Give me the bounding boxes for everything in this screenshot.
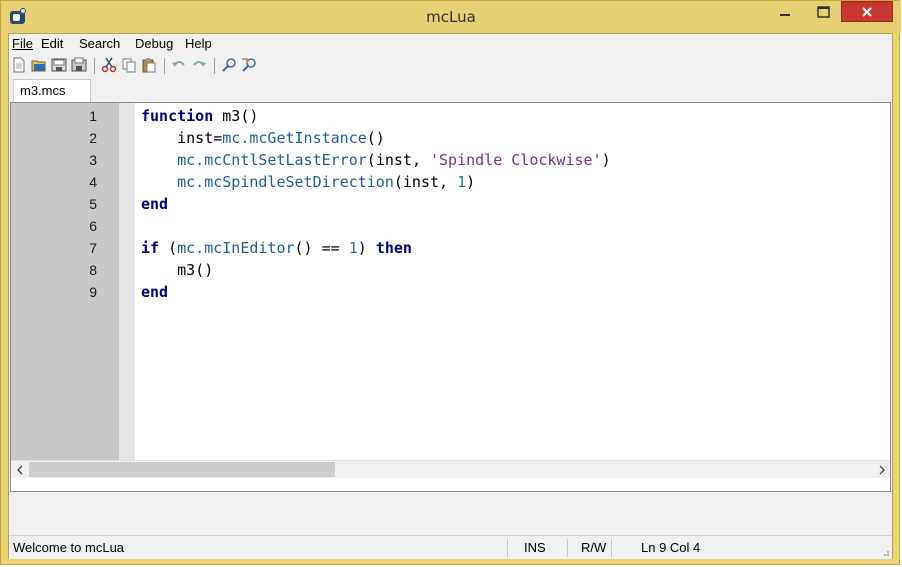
- code-line[interactable]: inst=mc.mcGetInstance(): [141, 127, 385, 149]
- minimize-button[interactable]: [771, 1, 799, 23]
- code-line[interactable]: mc.mcSpindleSetDirection(inst, 1): [141, 171, 475, 193]
- menu-file[interactable]: File: [12, 36, 33, 52]
- line-number: 4: [89, 174, 97, 190]
- menu-edit[interactable]: Edit: [41, 36, 63, 52]
- menu-label: Edit: [41, 36, 64, 51]
- status-message: Welcome to mcLua: [13, 540, 125, 555]
- menu-label: Help: [185, 36, 212, 51]
- menu-help[interactable]: Help: [185, 36, 212, 52]
- line-number: 6: [89, 218, 97, 234]
- code-line[interactable]: end: [141, 193, 168, 215]
- code-line[interactable]: end: [141, 281, 168, 303]
- toolbar-separator: [164, 58, 165, 74]
- fold-margin[interactable]: [119, 103, 135, 460]
- redo-icon[interactable]: [191, 57, 207, 73]
- resize-grip-icon[interactable]: [880, 547, 890, 557]
- chevron-left-icon: [16, 465, 22, 474]
- code-line[interactable]: function m3(): [141, 105, 258, 127]
- minimize-icon: [780, 14, 790, 16]
- maximize-icon: [816, 6, 830, 18]
- line-number: 3: [89, 152, 97, 168]
- window-title: mcLua: [426, 8, 476, 26]
- save-file-icon[interactable]: [51, 57, 67, 73]
- menu-bar: File Edit Search Debug Help: [9, 34, 892, 54]
- find-icon[interactable]: [221, 57, 237, 73]
- line-number-gutter: 1 2 3 4 5 6 7 8 9: [11, 103, 119, 460]
- new-file-icon[interactable]: [11, 57, 27, 73]
- undo-icon[interactable]: [171, 57, 187, 73]
- title-bar[interactable]: mcLua: [1, 1, 901, 33]
- status-cursor-position: Ln 9 Col 4: [641, 540, 701, 555]
- line-number: 2: [89, 130, 97, 146]
- tab-m3-mcs[interactable]: m3.mcs: [13, 79, 91, 103]
- find-replace-icon[interactable]: [241, 57, 257, 73]
- scrollbar-thumb[interactable]: [29, 462, 335, 477]
- paste-icon[interactable]: [141, 57, 157, 73]
- menu-label: Search: [79, 36, 121, 51]
- menu-debug[interactable]: Debug: [135, 36, 173, 52]
- close-button[interactable]: [841, 1, 893, 22]
- chevron-right-icon: [879, 465, 885, 474]
- toolbar-separator: [214, 58, 215, 74]
- status-access: R/W: [581, 540, 607, 555]
- save-all-icon[interactable]: [71, 57, 87, 73]
- line-number: 7: [89, 240, 97, 256]
- tab-label: m3.mcs: [20, 83, 66, 98]
- maximize-button[interactable]: [809, 1, 837, 23]
- status-insert-mode: INS: [524, 540, 546, 555]
- tab-strip: m3.mcs: [9, 79, 892, 103]
- line-number: 1: [89, 108, 97, 124]
- status-divider: [567, 539, 568, 557]
- cut-icon[interactable]: [101, 57, 117, 73]
- toolbar-separator: [94, 58, 95, 74]
- copy-icon[interactable]: [121, 57, 137, 73]
- toolbar: [9, 54, 892, 78]
- horizontal-scrollbar[interactable]: [11, 460, 890, 478]
- status-divider: [507, 539, 508, 557]
- scroll-left-button[interactable]: [11, 461, 28, 478]
- status-divider: [611, 539, 612, 557]
- code-editor[interactable]: 1 2 3 4 5 6 7 8 9 function m3() inst=mc.…: [10, 102, 891, 492]
- line-number: 5: [89, 196, 97, 212]
- status-bar: Welcome to mcLua INS R/W Ln 9 Col 4: [9, 535, 892, 559]
- client-area: File Edit Search Debug Help m3.mcs 1 2 3…: [8, 33, 893, 559]
- line-number: 8: [89, 262, 97, 278]
- menu-label: File: [12, 36, 33, 51]
- scroll-right-button[interactable]: [873, 461, 890, 478]
- app-window: mcLua File Edit Search Debug Help m3.mcs…: [0, 0, 901, 565]
- code-line[interactable]: if (mc.mcInEditor() == 1) then: [141, 237, 412, 259]
- open-file-icon[interactable]: [31, 57, 47, 73]
- code-line[interactable]: mc.mcCntlSetLastError(inst, 'Spindle Clo…: [141, 149, 611, 171]
- close-icon: [862, 6, 872, 17]
- line-number: 9: [89, 284, 97, 300]
- code-line[interactable]: m3(): [141, 259, 213, 281]
- menu-search[interactable]: Search: [79, 36, 120, 52]
- menu-label: Debug: [135, 36, 174, 51]
